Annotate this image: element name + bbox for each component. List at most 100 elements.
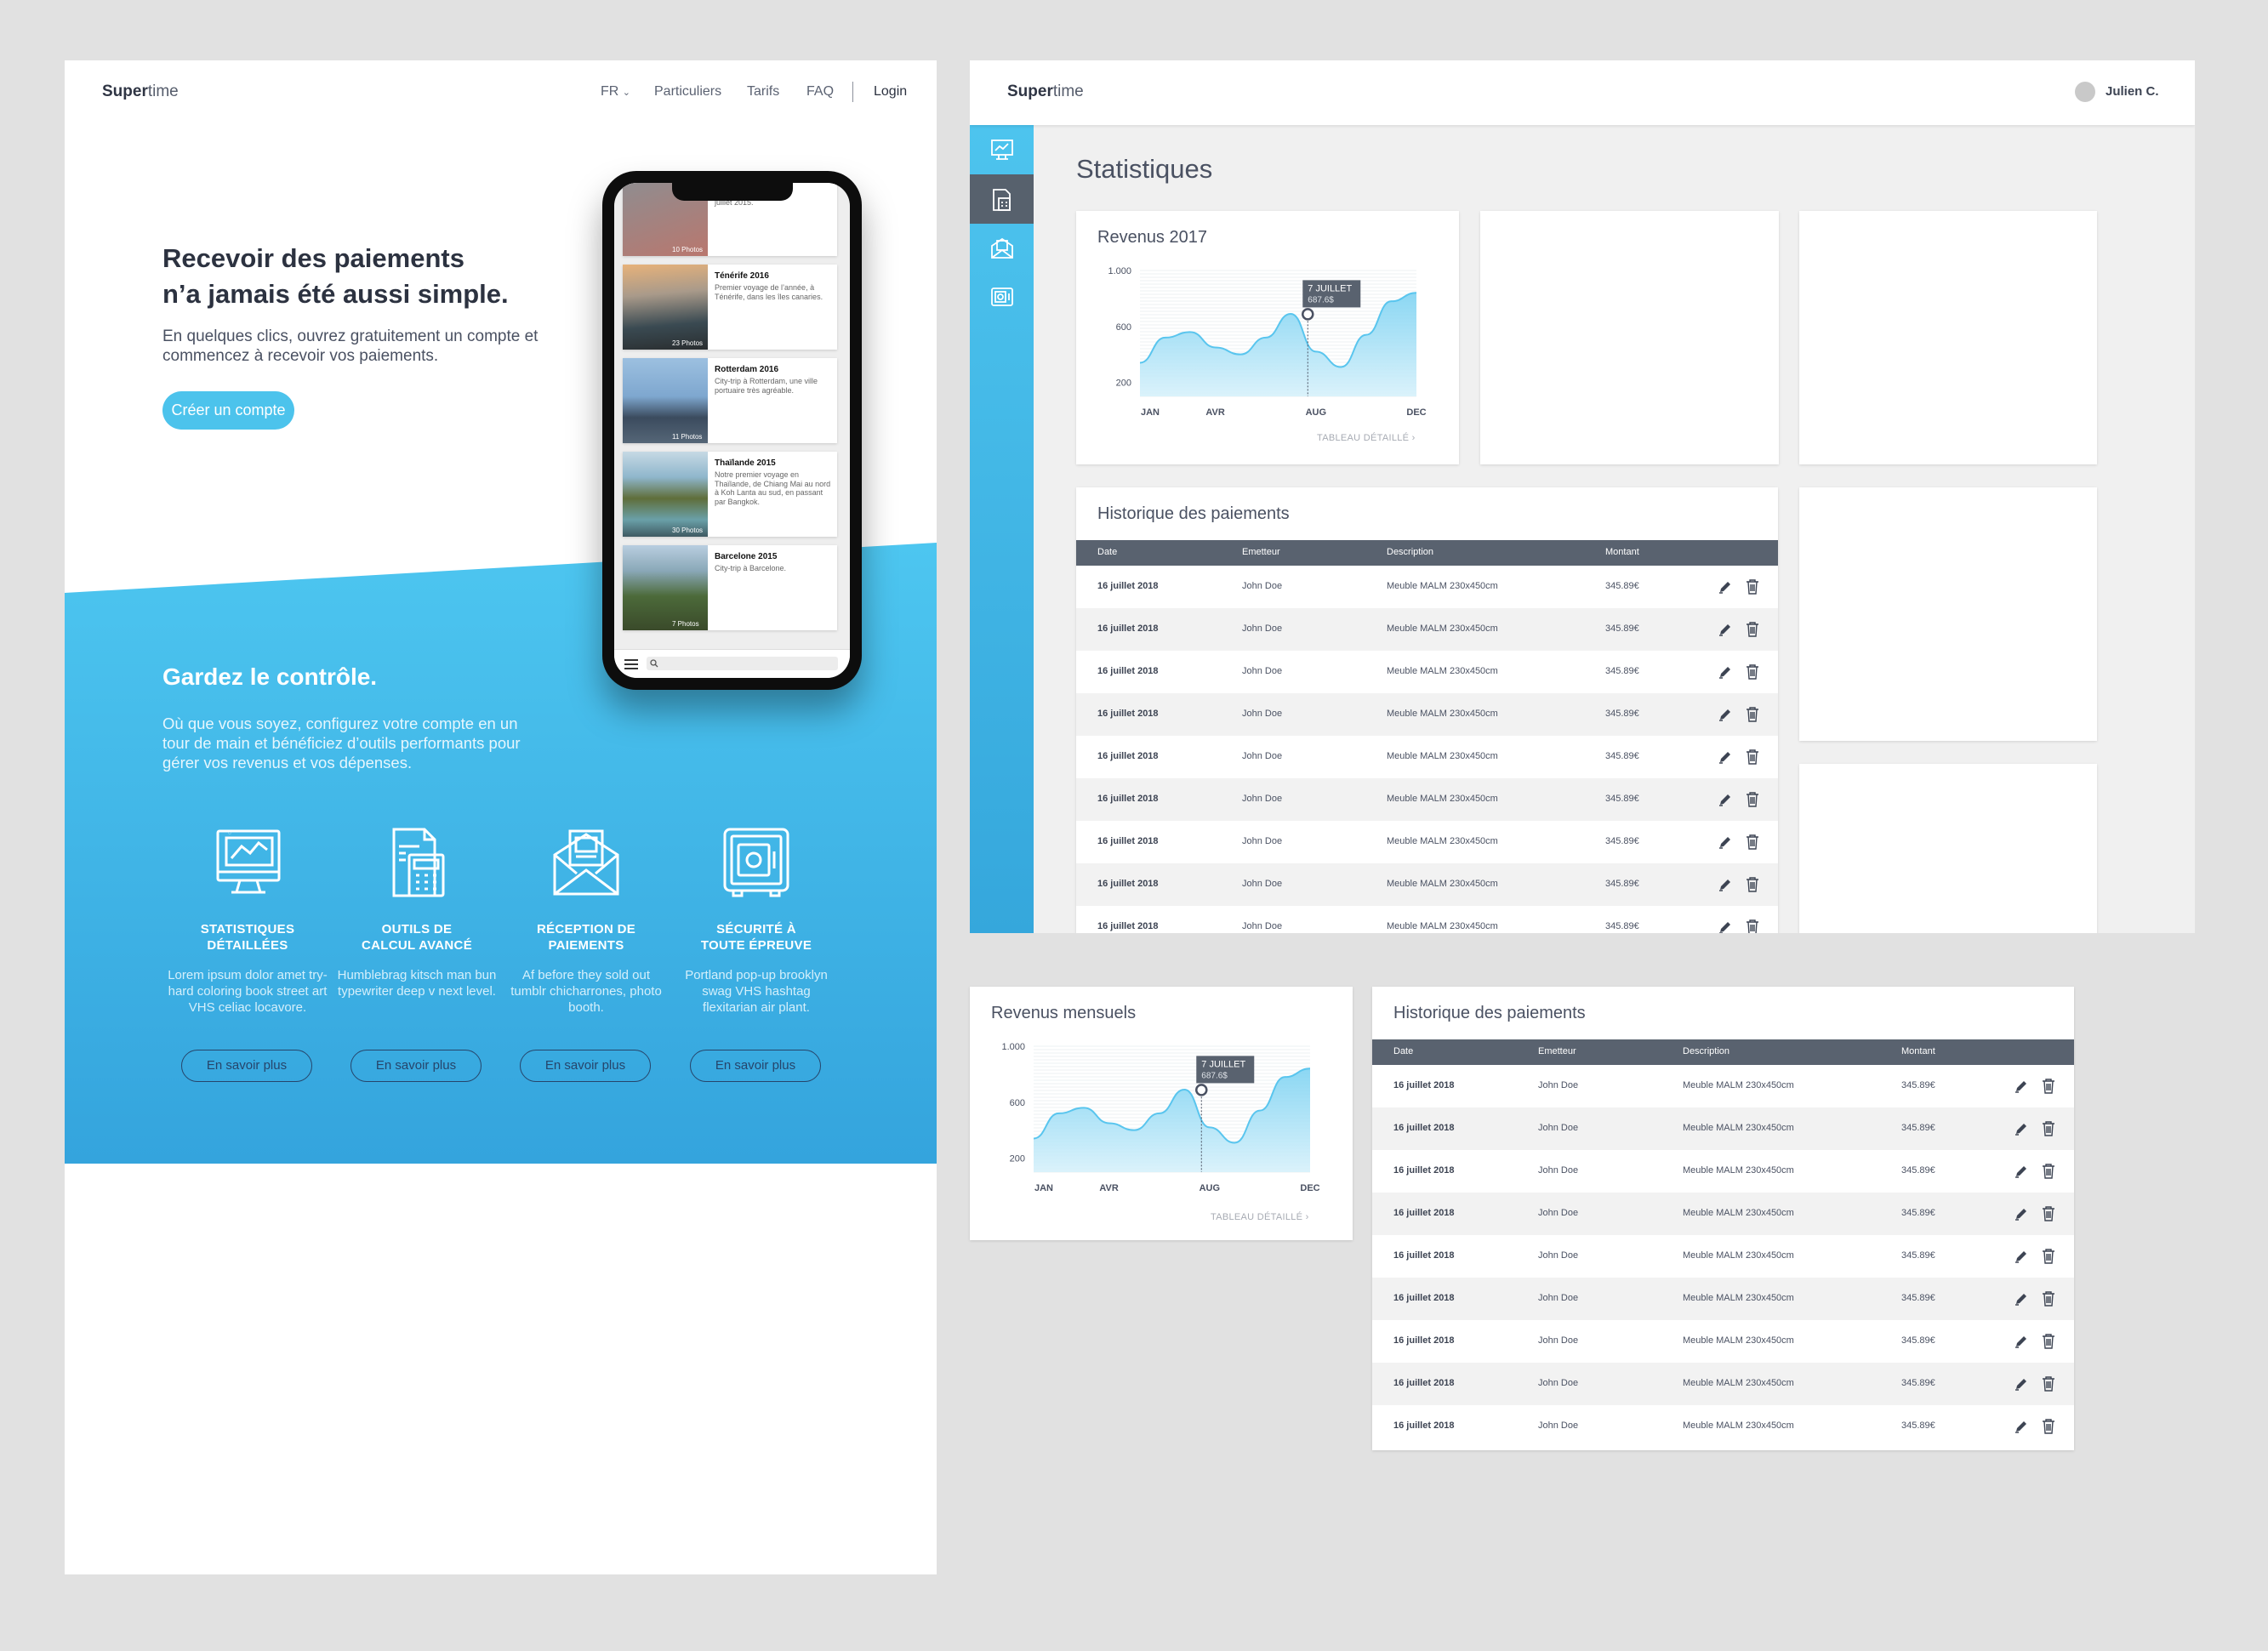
edit-icon[interactable] bbox=[1718, 792, 1733, 807]
landing-logo[interactable]: Supertime bbox=[102, 83, 179, 101]
trash-icon[interactable] bbox=[1745, 578, 1760, 595]
highlight-point bbox=[1302, 308, 1314, 321]
trash-icon[interactable] bbox=[2041, 1248, 2056, 1265]
language-selector[interactable]: FR ⌄ bbox=[601, 84, 630, 100]
row-amount: 345.89€ bbox=[1605, 581, 1639, 591]
edit-icon[interactable] bbox=[1718, 622, 1733, 637]
avatar[interactable] bbox=[2075, 82, 2095, 102]
table-row: 16 juillet 2018 John Doe Meuble MALM 230x4… bbox=[1372, 1107, 2074, 1150]
table-row: 16 juillet 2018 John Doe Meuble MALM 230x4… bbox=[1076, 693, 1778, 736]
edit-icon[interactable] bbox=[1718, 707, 1733, 722]
trash-icon[interactable] bbox=[1745, 706, 1760, 723]
row-sender: John Doe bbox=[1538, 1420, 1579, 1431]
trash-icon[interactable] bbox=[1745, 663, 1760, 680]
hamburger-menu-icon[interactable] bbox=[624, 659, 638, 669]
trash-icon[interactable] bbox=[1745, 791, 1760, 808]
trash-icon[interactable] bbox=[2041, 1418, 2056, 1435]
dashboard-window: Supertime Julien C. Statistiques Revenus… bbox=[970, 60, 2195, 933]
dashboard-logo[interactable]: Supertime bbox=[1007, 83, 1084, 101]
learn-more-button-calculation[interactable]: En savoir plus bbox=[350, 1050, 482, 1082]
feature-calculation: OUTILS DE CALCUL AVANCÉ Humblebrag kitsch… bbox=[336, 824, 498, 999]
album-card[interactable]: 30 Photos Thaïlande 2015 Notre premier v… bbox=[623, 452, 837, 537]
album-card[interactable]: 7 Photos Barcelone 2015 City-trip à Barc… bbox=[623, 545, 837, 630]
trash-icon[interactable] bbox=[1745, 919, 1760, 933]
row-date: 16 juillet 2018 bbox=[1393, 1293, 1455, 1303]
edit-icon[interactable] bbox=[1718, 749, 1733, 765]
table-row: 16 juillet 2018 John Doe Meuble MALM 230x4… bbox=[1076, 651, 1778, 693]
learn-more-button-statistics[interactable]: En savoir plus bbox=[181, 1050, 312, 1082]
edit-icon[interactable] bbox=[2014, 1376, 2029, 1392]
table-row: 16 juillet 2018 John Doe Meuble MALM 230x4… bbox=[1372, 1278, 2074, 1320]
trash-icon[interactable] bbox=[1745, 621, 1760, 638]
edit-icon[interactable] bbox=[2014, 1121, 2029, 1136]
payment-history-card: Historique des paiements Date Emetteur D… bbox=[1076, 487, 1778, 933]
learn-more-button-security[interactable]: En savoir plus bbox=[690, 1050, 821, 1082]
user-name[interactable]: Julien C. bbox=[2106, 84, 2159, 99]
album-photo-count: 30 Photos bbox=[672, 527, 704, 534]
edit-icon[interactable] bbox=[2014, 1291, 2029, 1307]
monthly-revenue-chart: 1.000 600 200 JAN AVR AUG DEC 7 JUILLET 687.6$ bbox=[1001, 1042, 1319, 1193]
feature-security-desc: Portland pop-up brooklyn swag VHS hashta… bbox=[685, 968, 828, 1015]
row-description: Meuble MALM 230x450cm bbox=[1683, 1080, 1794, 1090]
trash-icon[interactable] bbox=[2041, 1375, 2056, 1392]
revenue-card-title: Revenus 2017 bbox=[1097, 228, 1207, 247]
nav-link-faq[interactable]: FAQ bbox=[806, 84, 834, 100]
edit-icon[interactable] bbox=[1718, 579, 1733, 595]
x-tick-label: JAN bbox=[1034, 1183, 1053, 1193]
create-account-button[interactable]: Créer un compte bbox=[162, 391, 294, 430]
album-title: Thaïlande 2015 bbox=[715, 458, 776, 468]
feature-calculation-desc: Humblebrag kitsch man bun typewriter dee… bbox=[337, 968, 497, 999]
x-tick-label: AVR bbox=[1205, 407, 1224, 418]
detailed-table-link[interactable]: TABLEAU DÉTAILLÉ › bbox=[1317, 433, 1416, 443]
edit-icon[interactable] bbox=[2014, 1079, 2029, 1094]
trash-icon[interactable] bbox=[2041, 1205, 2056, 1222]
learn-more-button-payments[interactable]: En savoir plus bbox=[520, 1050, 651, 1082]
edit-icon[interactable] bbox=[1718, 919, 1733, 933]
trash-icon[interactable] bbox=[1745, 749, 1760, 766]
edit-icon[interactable] bbox=[1718, 664, 1733, 680]
nav-link-particuliers[interactable]: Particuliers bbox=[654, 84, 721, 100]
revenue-card: Revenus 2017 1.000 600 200 JAN AVR AUG DEC 7 JU… bbox=[1076, 211, 1459, 464]
edit-icon[interactable] bbox=[2014, 1419, 2029, 1434]
row-date: 16 juillet 2018 bbox=[1393, 1165, 1455, 1176]
row-description: Meuble MALM 230x450cm bbox=[1387, 836, 1498, 846]
trash-icon[interactable] bbox=[2041, 1120, 2056, 1137]
sidebar-item-payments[interactable] bbox=[970, 224, 1034, 273]
phone-search-input[interactable] bbox=[647, 657, 838, 670]
trash-icon[interactable] bbox=[1745, 834, 1760, 851]
sidebar-item-statistics[interactable] bbox=[970, 125, 1034, 174]
row-description: Meuble MALM 230x450cm bbox=[1387, 794, 1498, 804]
standalone-payment-history-card: Historique des paiements Date Emetteur D… bbox=[1372, 987, 2074, 1450]
edit-icon[interactable] bbox=[2014, 1249, 2029, 1264]
row-amount: 345.89€ bbox=[1605, 709, 1639, 719]
trash-icon[interactable] bbox=[2041, 1163, 2056, 1180]
trash-icon[interactable] bbox=[2041, 1078, 2056, 1095]
highlight-point bbox=[1195, 1084, 1208, 1096]
edit-icon[interactable] bbox=[2014, 1206, 2029, 1221]
sidebar-item-calculation[interactable] bbox=[970, 174, 1034, 224]
edit-icon[interactable] bbox=[2014, 1334, 2029, 1349]
edit-icon[interactable] bbox=[1718, 834, 1733, 850]
placeholder-card bbox=[1799, 211, 2097, 464]
trash-icon[interactable] bbox=[2041, 1333, 2056, 1350]
phone-mockup: 10 Photos juillet 2015. 23 Photos Ténéri… bbox=[602, 171, 862, 690]
table-row: 16 juillet 2018 John Doe Meuble MALM 230x4… bbox=[1076, 736, 1778, 778]
trash-icon[interactable] bbox=[1745, 876, 1760, 893]
edit-icon[interactable] bbox=[2014, 1164, 2029, 1179]
login-link[interactable]: Login bbox=[874, 84, 907, 100]
row-description: Meuble MALM 230x450cm bbox=[1387, 581, 1498, 591]
trash-icon[interactable] bbox=[2041, 1290, 2056, 1307]
nav-link-tarifs[interactable]: Tarifs bbox=[747, 84, 779, 100]
feature-security: SÉCURITÉ À TOUTE ÉPREUVE Portland pop-up … bbox=[675, 824, 837, 1016]
row-description: Meuble MALM 230x450cm bbox=[1683, 1378, 1794, 1388]
feature-payments: RÉCEPTION DE PAIEMENTS Af before they sol… bbox=[505, 824, 667, 1016]
sidebar-item-security[interactable] bbox=[970, 273, 1034, 322]
album-card[interactable]: 23 Photos Ténérife 2016 Premier voyage d… bbox=[623, 265, 837, 350]
x-tick-label: AVR bbox=[1099, 1183, 1118, 1193]
detailed-table-link[interactable]: TABLEAU DÉTAILLÉ › bbox=[1211, 1212, 1309, 1222]
album-card[interactable]: 11 Photos Rotterdam 2016 City-trip à Rot… bbox=[623, 358, 837, 443]
tooltip-value: 687.6$ bbox=[1308, 295, 1334, 305]
table-row: 16 juillet 2018 John Doe Meuble MALM 230x4… bbox=[1076, 778, 1778, 821]
phone-notch bbox=[672, 182, 793, 201]
edit-icon[interactable] bbox=[1718, 877, 1733, 892]
